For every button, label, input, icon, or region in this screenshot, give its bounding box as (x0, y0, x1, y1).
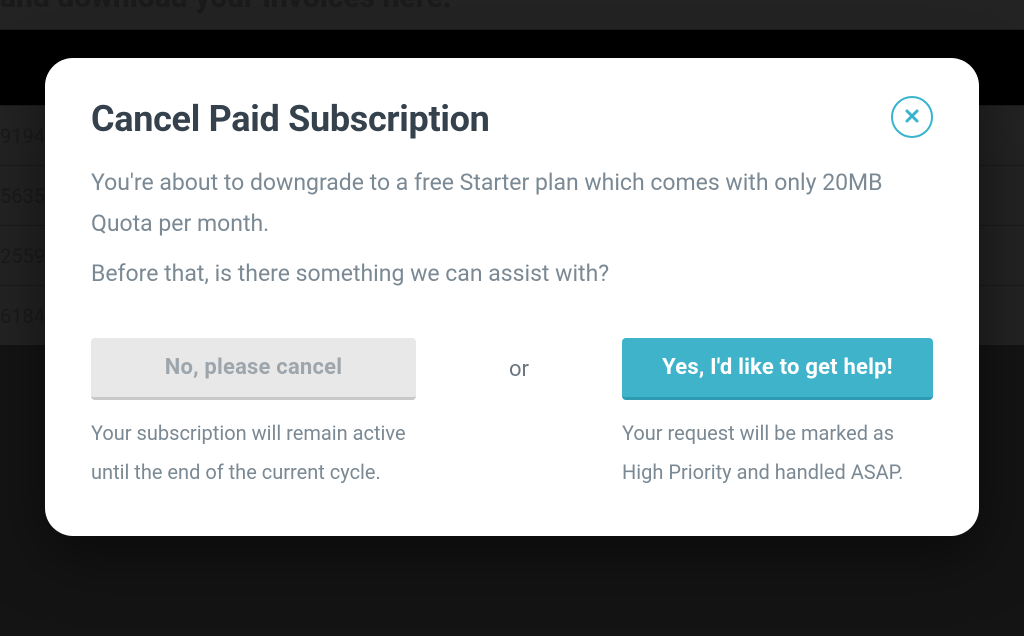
cancel-button[interactable]: No, please cancel (91, 338, 416, 400)
cancel-caption: Your subscription will remain active unt… (91, 414, 416, 492)
modal-actions: No, please cancel Your subscription will… (91, 338, 933, 492)
close-button[interactable] (891, 96, 933, 138)
close-icon (905, 109, 919, 126)
help-button[interactable]: Yes, I'd like to get help! (622, 338, 933, 400)
modal-overlay: Cancel Paid Subscription You're about to… (0, 0, 1024, 636)
modal-title: Cancel Paid Subscription (91, 98, 490, 140)
modal-body-p2: Before that, is there something we can a… (91, 253, 933, 294)
modal-body-p1: You're about to downgrade to a free Star… (91, 162, 933, 245)
or-divider: or (509, 357, 529, 382)
modal-body: You're about to downgrade to a free Star… (91, 162, 933, 294)
cancel-subscription-modal: Cancel Paid Subscription You're about to… (45, 58, 979, 536)
help-caption: Your request will be marked as High Prio… (622, 414, 933, 492)
